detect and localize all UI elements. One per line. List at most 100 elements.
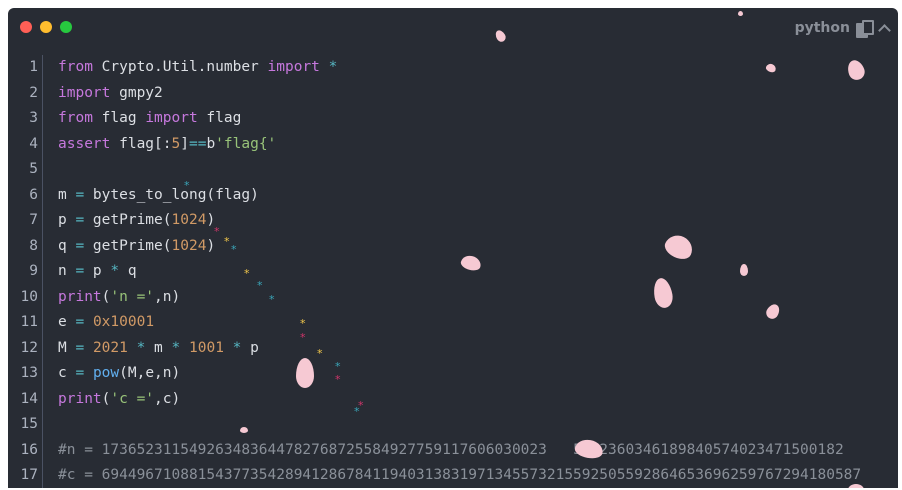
code-token: ,c) xyxy=(154,390,181,407)
code-token: pow xyxy=(92,365,120,381)
line-number: 6 xyxy=(29,186,38,203)
petal-decoration xyxy=(240,427,248,433)
code-token: getPrime( xyxy=(84,212,172,228)
code-token: m xyxy=(145,339,172,356)
star-decoration: * xyxy=(244,267,250,280)
code-token: * xyxy=(171,339,181,356)
code-token: 5372360346189840574023471500182 xyxy=(573,441,844,458)
code-token: from xyxy=(58,110,93,126)
code-line: 1 from Crypto.Util.number import * xyxy=(8,55,898,81)
code-token: 1024 xyxy=(171,212,207,228)
code-line: 5 xyxy=(8,157,898,183)
star-decoration: * xyxy=(335,373,341,386)
line-number: 2 xyxy=(29,84,38,101)
code-token: 2021 xyxy=(92,339,128,356)
line-number: 9 xyxy=(29,263,38,279)
code-text: from flag import flag xyxy=(58,106,241,132)
code-token: from xyxy=(58,59,93,75)
code-text: p = getPrime(1024) xyxy=(58,208,215,234)
code-token: flag xyxy=(92,110,146,126)
star-decoration: * xyxy=(300,331,306,344)
line-number: 12 xyxy=(20,339,38,356)
code-line: 8 q = getPrime(1024) xyxy=(8,234,898,260)
line-number: 11 xyxy=(20,314,38,330)
code-token: n xyxy=(58,263,76,279)
close-dot[interactable] xyxy=(20,21,32,33)
code-token: 'n =' xyxy=(110,288,155,305)
code-line: 6 m = bytes_to_long(flag) xyxy=(8,183,898,209)
code-token: import xyxy=(145,110,198,126)
copy-icon[interactable] xyxy=(856,20,874,38)
star-decoration: * xyxy=(231,243,237,256)
code-block[interactable]: 1 from Crypto.Util.number import * 2 import… xyxy=(8,55,898,488)
line-number: 16 xyxy=(20,441,38,458)
star-decoration: * xyxy=(354,405,360,418)
petal-decoration xyxy=(740,264,748,276)
code-text: assert flag[:5]==b'flag{' xyxy=(58,132,276,158)
maximize-dot[interactable] xyxy=(60,21,72,33)
code-token: 0x10001 xyxy=(92,314,155,330)
code-text: print('n =',n) xyxy=(58,285,180,311)
code-line: 4 assert flag[:5]==b'flag{' xyxy=(8,132,898,158)
code-line: 10 print('n =',n) xyxy=(8,285,898,311)
code-token: ,n) xyxy=(154,288,181,305)
code-token: e xyxy=(58,314,76,330)
star-decoration: * xyxy=(214,225,220,238)
code-text: M = 2021 * m * 1001 * p xyxy=(58,336,259,362)
code-token: p xyxy=(84,263,111,279)
line-number: 8 xyxy=(29,237,38,254)
code-token: #c = 69449671088154377354289412867841194… xyxy=(58,467,862,483)
title-bar: python xyxy=(8,8,898,48)
code-line: 9 n = p * q xyxy=(8,259,898,285)
code-token: #n = 17365231154926348364478276872558492… xyxy=(58,441,547,458)
code-token: * xyxy=(328,59,338,75)
code-line: 13 c = pow(M,e,n) xyxy=(8,361,898,387)
code-text: q = getPrime(1024) xyxy=(58,234,215,260)
code-token: * xyxy=(110,263,120,279)
code-token: flag[: xyxy=(110,135,172,152)
code-token: 1001 xyxy=(189,339,224,356)
line-number: 10 xyxy=(20,288,38,305)
line-number: 5 xyxy=(29,161,38,177)
line-number: 13 xyxy=(20,365,38,381)
code-text: #c = 69449671088154377354289412867841194… xyxy=(58,463,861,488)
line-number: 1 xyxy=(29,59,38,75)
code-token: (M,e,n) xyxy=(119,365,181,381)
star-decoration: * xyxy=(269,293,275,306)
code-token: assert xyxy=(58,135,111,152)
star-decoration: * xyxy=(300,317,306,330)
code-window: python 1 from Crypto.Util.number import *… xyxy=(8,8,898,488)
code-token: = xyxy=(75,186,85,203)
code-token: = xyxy=(75,314,85,330)
line-number: 15 xyxy=(20,416,38,432)
line-number: 14 xyxy=(20,390,38,407)
code-token: = xyxy=(75,365,85,381)
line-number: 4 xyxy=(29,135,38,152)
code-text: print('c =',c) xyxy=(58,387,180,413)
code-text: e = 0x10001 xyxy=(58,310,154,336)
code-token: bytes_to_long(flag) xyxy=(84,186,259,203)
star-decoration: * xyxy=(257,279,263,292)
code-token: c xyxy=(58,365,76,381)
collapse-chevron-icon[interactable] xyxy=(878,22,890,34)
code-line: 15 xyxy=(8,412,898,438)
code-token: = xyxy=(75,237,85,254)
language-label: python xyxy=(794,20,850,36)
code-text: import gmpy2 xyxy=(58,81,163,107)
star-decoration: * xyxy=(335,360,341,373)
code-token: p xyxy=(241,339,259,356)
code-line: 17 #c = 694496710881543773542894128678411… xyxy=(8,463,898,488)
star-decoration: * xyxy=(224,235,230,248)
code-token: flag xyxy=(197,110,242,126)
code-token: 1024 xyxy=(171,237,207,254)
code-toolbar: python xyxy=(795,18,890,38)
code-line: 11 e = 0x10001 xyxy=(8,310,898,336)
code-token: b xyxy=(206,135,216,152)
code-token: getPrime( xyxy=(84,237,172,254)
minimize-dot[interactable] xyxy=(40,21,52,33)
